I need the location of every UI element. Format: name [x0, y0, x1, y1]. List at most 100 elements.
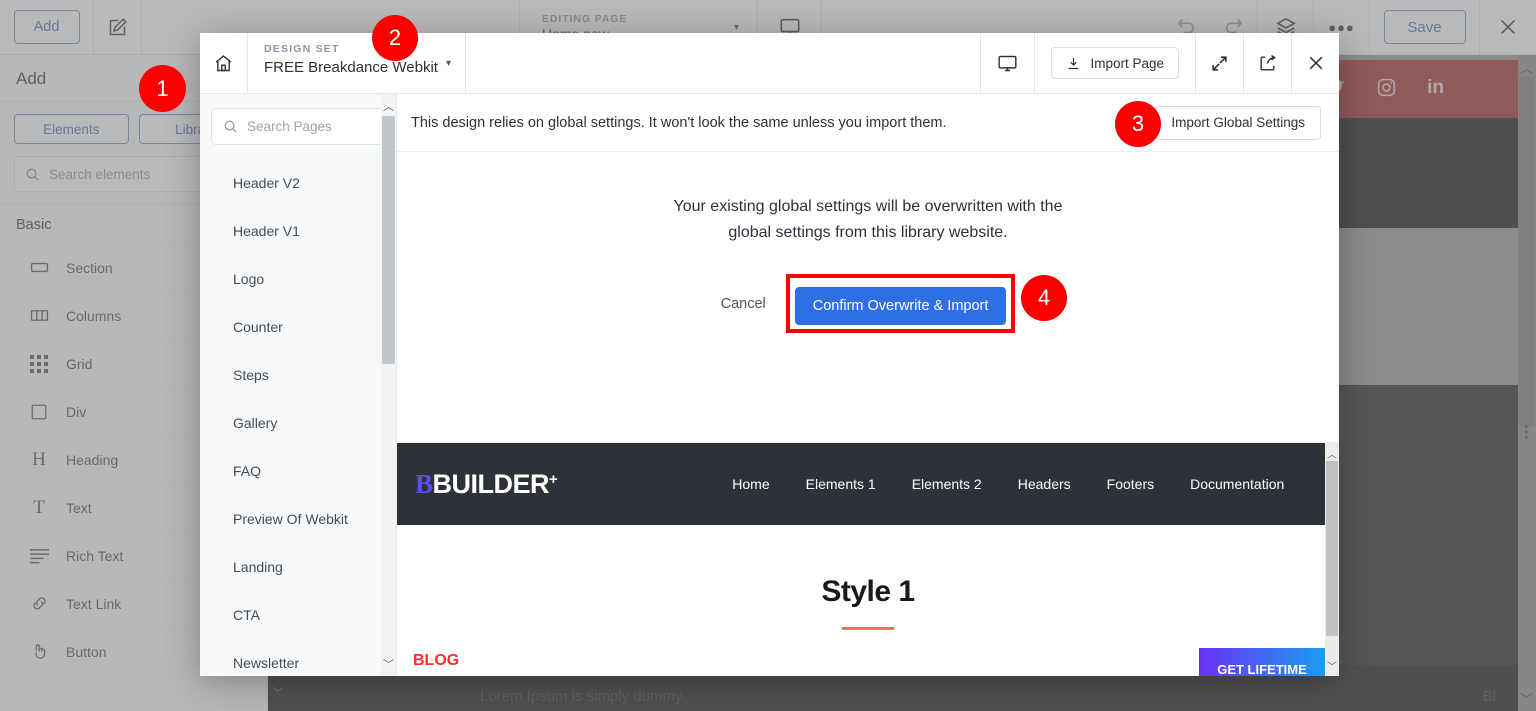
- design-set-label: DESIGN SET: [264, 43, 340, 55]
- editing-page-label: EDITING PAGE: [542, 12, 628, 25]
- chevron-down-icon: ▾: [733, 21, 739, 33]
- preview-nav-elements-2[interactable]: Elements 2: [912, 476, 982, 492]
- chevron-down-icon[interactable]: ﹀: [1327, 658, 1337, 673]
- preview-nav-documentation[interactable]: Documentation: [1190, 476, 1284, 492]
- canvas-scrollbar-thumb[interactable]: [1519, 77, 1535, 427]
- page-label: Logo: [233, 271, 265, 287]
- page-item-gallery[interactable]: Gallery: [200, 399, 396, 447]
- design-library-modal: DESIGN SET FREE Breakdance Webkit ▾ Impo…: [200, 33, 1339, 676]
- page-item-counter[interactable]: Counter: [200, 303, 396, 351]
- modal-body: Search Pages Header V2 Header V1 Logo Co…: [200, 94, 1339, 676]
- import-page-button[interactable]: Import Page: [1051, 47, 1179, 79]
- close-icon: [1306, 53, 1326, 73]
- page-item-cta[interactable]: CTA: [200, 591, 396, 639]
- edit-pencil-icon: [95, 0, 141, 55]
- preview-logo: B BUILDER +: [415, 469, 558, 500]
- preview-nav-links: Home Elements 1 Elements 2 Headers Foote…: [732, 476, 1284, 492]
- element-label: Div: [66, 403, 87, 420]
- share-button[interactable]: [1243, 33, 1291, 93]
- chevron-down-icon[interactable]: ﹀: [1520, 689, 1533, 708]
- share-icon: [1258, 54, 1277, 73]
- preview-nav-elements-1[interactable]: Elements 1: [806, 476, 876, 492]
- add-button[interactable]: Add: [13, 10, 80, 44]
- preview-nav-footers[interactable]: Footers: [1107, 476, 1154, 492]
- chevron-up-icon[interactable]: ︿: [1327, 446, 1337, 461]
- search-icon: [25, 167, 40, 182]
- linkedin-icon[interactable]: in: [1427, 77, 1444, 99]
- add-button-cell[interactable]: Add: [0, 0, 94, 55]
- element-label: Heading: [66, 451, 119, 468]
- text-icon: T: [33, 496, 45, 518]
- section-icon: [28, 257, 50, 279]
- preview-scrollbar-thumb[interactable]: [1326, 461, 1338, 636]
- page-label: Newsletter: [233, 655, 300, 671]
- element-label: Section: [66, 259, 113, 276]
- grid-icon: [28, 353, 50, 375]
- global-settings-notice: This design relies on global settings. I…: [397, 94, 1339, 152]
- edit-pencil-button[interactable]: [94, 0, 142, 55]
- import-page-label: Import Page: [1090, 55, 1164, 71]
- close-editor-button[interactable]: [1480, 0, 1536, 55]
- page-item-header-v1[interactable]: Header V1: [200, 207, 396, 255]
- rich-text-icon: [28, 545, 50, 567]
- search-pages-input[interactable]: Search Pages: [211, 108, 385, 145]
- modal-device-button[interactable]: [981, 33, 1036, 93]
- heading-icon: H: [32, 448, 46, 470]
- page-item-landing[interactable]: Landing: [200, 543, 396, 591]
- more-dots-icon: ●●●: [1521, 423, 1532, 441]
- chevron-up-icon[interactable]: ︿: [383, 98, 394, 114]
- callout-badge-1: 1: [139, 65, 186, 112]
- callout-badge-2: 2: [372, 15, 418, 61]
- search-elements-placeholder: Search elements: [49, 166, 151, 182]
- notice-text: This design relies on global settings. I…: [411, 114, 947, 131]
- confirm-message: Your existing global settings will be ov…: [673, 198, 1063, 241]
- modal-header-actions: Import Page: [1035, 33, 1339, 93]
- modal-pages-sidebar: Search Pages Header V2 Header V1 Logo Co…: [200, 94, 397, 676]
- left-panel-scroll-down-icon[interactable]: ﹀: [272, 684, 284, 701]
- design-set-selector[interactable]: DESIGN SET FREE Breakdance Webkit ▾: [248, 33, 466, 93]
- preview-nav-home[interactable]: Home: [732, 476, 769, 492]
- preview-get-lifetime-button[interactable]: GET LIFETIME: [1199, 648, 1325, 676]
- import-global-settings-button[interactable]: Import Global Settings: [1155, 105, 1321, 140]
- modal-close-button[interactable]: [1291, 33, 1339, 93]
- modal-header-spacer: [466, 33, 982, 93]
- pages-list: Header V2 Header V1 Logo Counter Steps G…: [200, 159, 396, 676]
- page-item-logo[interactable]: Logo: [200, 255, 396, 303]
- element-label: Button: [66, 643, 107, 660]
- chevron-up-icon[interactable]: ︿: [1520, 58, 1533, 77]
- page-item-newsletter[interactable]: Newsletter: [200, 639, 396, 676]
- page-item-faq[interactable]: FAQ: [200, 447, 396, 495]
- design-set-value: FREE Breakdance Webkit: [264, 59, 438, 76]
- cancel-button[interactable]: Cancel: [721, 296, 766, 312]
- canvas-bottom-text: Lorem Ipsum is simply dummy: [480, 688, 683, 705]
- page-label: Counter: [233, 319, 283, 335]
- callout-badge-4: 4: [1021, 275, 1067, 321]
- callout-badge-3: 3: [1115, 101, 1161, 147]
- instagram-icon[interactable]: [1376, 77, 1397, 99]
- pages-scrollbar-thumb[interactable]: [382, 116, 395, 364]
- chevron-down-icon[interactable]: ﹀: [383, 656, 394, 672]
- search-pages-placeholder: Search Pages: [247, 119, 332, 134]
- save-button[interactable]: Save: [1383, 10, 1466, 44]
- save-button-cell[interactable]: Save: [1370, 0, 1480, 55]
- page-item-header-v2[interactable]: Header V2: [200, 159, 396, 207]
- monitor-icon: [997, 53, 1018, 74]
- preview-logo-plus: +: [549, 470, 558, 488]
- page-item-preview-of-webkit[interactable]: Preview Of Webkit: [200, 495, 396, 543]
- home-button[interactable]: [200, 33, 248, 93]
- page-label: Preview Of Webkit: [233, 511, 348, 527]
- preview-heading: Style 1: [821, 575, 915, 608]
- canvas-scrollbar[interactable]: ︿ ●●● ﹀: [1518, 55, 1536, 711]
- element-label: Rich Text: [66, 547, 124, 564]
- page-item-steps[interactable]: Steps: [200, 351, 396, 399]
- confirm-overwrite-import-button[interactable]: Confirm Overwrite & Import: [794, 287, 1007, 325]
- div-icon: [28, 401, 50, 423]
- tab-elements[interactable]: Elements: [14, 114, 129, 144]
- preview-nav-headers[interactable]: Headers: [1018, 476, 1071, 492]
- page-label: CTA: [233, 607, 260, 623]
- close-icon: [1485, 0, 1531, 55]
- page-label: Gallery: [233, 415, 278, 431]
- preview-scrollbar[interactable]: [1325, 443, 1339, 676]
- download-icon: [1066, 56, 1081, 71]
- expand-button[interactable]: [1195, 33, 1243, 93]
